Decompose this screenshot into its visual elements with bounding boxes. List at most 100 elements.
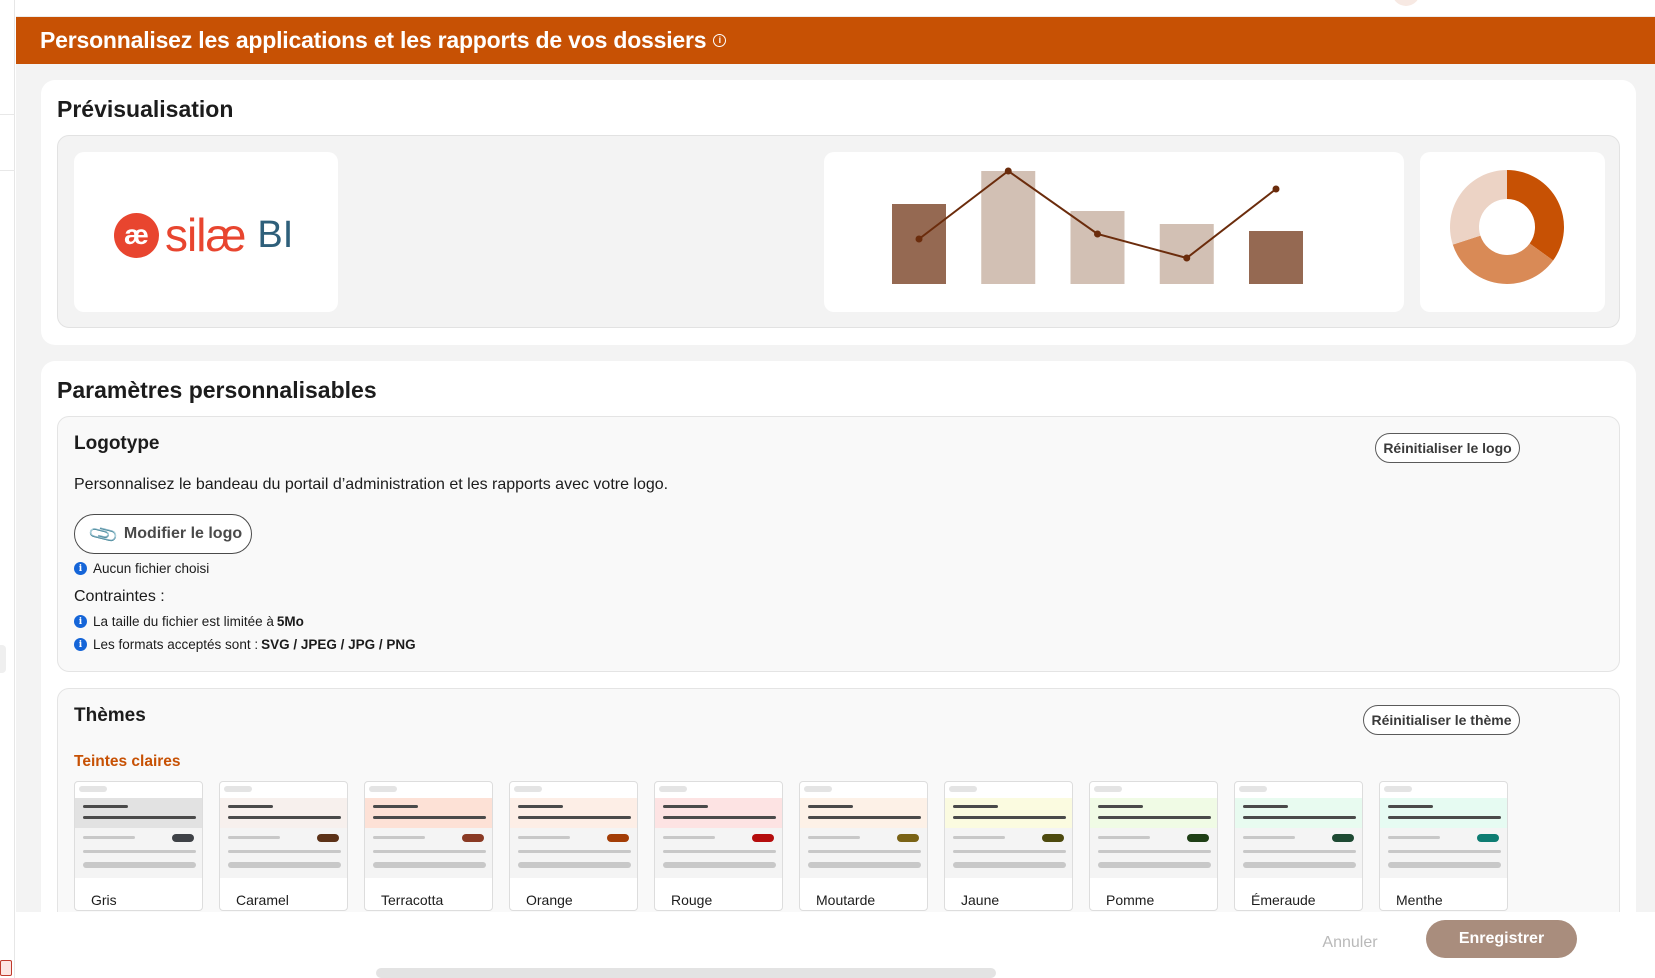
theme-preview-line — [518, 816, 631, 819]
bar-line-chart-preview — [824, 152, 1404, 312]
theme-accent-swatch — [1187, 834, 1209, 842]
theme-preview-line — [1243, 836, 1295, 839]
theme-preview-line — [83, 862, 196, 868]
theme-card[interactable]: Menthe — [1379, 781, 1508, 911]
theme-preview-line — [228, 805, 273, 808]
params-title: Paramètres personnalisables — [57, 377, 377, 403]
chart-bar — [981, 171, 1036, 284]
theme-preview-line — [953, 805, 998, 808]
theme-name: Gris — [91, 892, 117, 908]
chart-point — [1272, 185, 1280, 193]
theme-preview-band — [365, 798, 492, 828]
combo-chart — [892, 167, 1303, 284]
theme-preview-topline — [224, 786, 252, 792]
preview-title: Prévisualisation — [57, 96, 234, 122]
format-constraint-note: i Les formats acceptés sont : SVG / JPEG… — [74, 637, 416, 652]
theme-card[interactable]: Orange — [509, 781, 638, 911]
sidebar-active-marker[interactable] — [0, 645, 6, 673]
theme-name: Menthe — [1396, 892, 1443, 908]
paperclip-icon: 📎 — [87, 518, 121, 551]
scroll-shadow — [376, 968, 996, 978]
theme-name: Pomme — [1106, 892, 1155, 908]
cancel-button[interactable]: Annuler — [1310, 924, 1390, 962]
theme-preview-band — [1235, 798, 1362, 828]
theme-preview-line — [1243, 805, 1288, 808]
theme-name: Terracotta — [381, 892, 444, 908]
donut-slice — [1507, 170, 1564, 261]
themes-section: Thèmes Réinitialiser le thème Teintes cl… — [57, 688, 1620, 912]
sidebar-badge-icon[interactable] — [0, 960, 12, 976]
params-card: Paramètres personnalisables Logotype Réi… — [41, 361, 1636, 912]
theme-card[interactable]: Caramel — [219, 781, 348, 911]
chart-point — [1183, 254, 1191, 262]
theme-preview-line — [518, 836, 570, 839]
theme-name: Émeraude — [1251, 892, 1316, 908]
theme-accent-swatch — [1332, 834, 1354, 842]
format-constraint-text: Les formats acceptés sont : — [93, 637, 259, 652]
brand-logo: æ silæ BI — [114, 208, 293, 262]
reset-theme-button[interactable]: Réinitialiser le thème — [1363, 705, 1520, 735]
theme-preview-line — [1388, 836, 1440, 839]
theme-preview-line — [953, 816, 1066, 819]
logotype-description: Personnalisez le bandeau du portail d’ad… — [74, 476, 669, 493]
theme-card[interactable]: Terracotta — [364, 781, 493, 911]
info-icon: i — [74, 615, 87, 628]
theme-card[interactable]: Rouge — [654, 781, 783, 911]
theme-name: Rouge — [671, 892, 713, 908]
file-status-note: i Aucun fichier choisi — [74, 561, 209, 576]
chart-point — [1004, 167, 1012, 175]
format-constraint-value: SVG / JPEG / JPG / PNG — [261, 637, 416, 652]
theme-accent-swatch — [317, 834, 339, 842]
theme-preview-band — [75, 798, 202, 828]
theme-preview-line — [663, 862, 776, 868]
theme-preview-band — [1380, 798, 1507, 828]
modify-logo-button[interactable]: 📎 Modifier le logo — [74, 514, 252, 554]
info-circle-icon[interactable]: i — [713, 34, 727, 47]
preview-panel: æ silæ BI — [57, 135, 1620, 328]
main-content[interactable]: Prévisualisation æ silæ BI Paramètres pe… — [16, 64, 1655, 912]
theme-accent-swatch — [172, 834, 194, 842]
footer-bar: Annuler Enregistrer — [16, 912, 1655, 978]
theme-accent-swatch — [1042, 834, 1064, 842]
theme-preview-body — [75, 828, 202, 878]
theme-card[interactable]: Émeraude — [1234, 781, 1363, 911]
preview-card: Prévisualisation æ silæ BI — [41, 80, 1636, 345]
size-constraint-text: La taille du fichier est limitée à — [93, 614, 274, 629]
theme-card[interactable]: Jaune — [944, 781, 1073, 911]
theme-preview-line — [1388, 805, 1433, 808]
logo-mark-icon: æ — [114, 212, 159, 258]
info-icon: i — [74, 562, 87, 575]
constraints-label: Contraintes : — [74, 588, 165, 605]
theme-name: Jaune — [961, 892, 1000, 908]
theme-preview-body — [800, 828, 927, 878]
theme-accent-swatch — [897, 834, 919, 842]
logo-suffix: BI — [257, 213, 294, 256]
theme-preview-body — [510, 828, 637, 878]
theme-name: Caramel — [236, 892, 289, 908]
save-button[interactable]: Enregistrer — [1426, 920, 1577, 958]
theme-preview-band — [220, 798, 347, 828]
theme-preview-line — [1098, 862, 1211, 868]
avatar[interactable] — [1392, 0, 1420, 6]
light-tints-label: Teintes claires — [74, 753, 181, 770]
theme-card[interactable]: Pomme — [1089, 781, 1218, 911]
theme-preview-topline — [1094, 786, 1122, 792]
chart-bar — [892, 204, 946, 284]
theme-preview-line — [83, 836, 135, 839]
theme-preview-line — [808, 816, 921, 819]
size-constraint-value: 5Mo — [276, 614, 304, 629]
reset-logo-button[interactable]: Réinitialiser le logo — [1375, 433, 1520, 463]
theme-preview-line — [953, 862, 1066, 868]
theme-preview-line — [1098, 816, 1211, 819]
theme-preview-band — [945, 798, 1072, 828]
theme-preview-topline — [1384, 786, 1412, 792]
theme-card[interactable]: Moutarde — [799, 781, 928, 911]
theme-card[interactable]: Gris — [74, 781, 203, 911]
theme-preview-line — [1388, 862, 1501, 868]
theme-preview-band — [510, 798, 637, 828]
theme-preview-line — [373, 805, 418, 808]
top-bar — [16, 0, 1655, 17]
theme-name: Moutarde — [816, 892, 876, 908]
theme-preview-line — [518, 862, 631, 868]
theme-preview-line — [953, 850, 1066, 853]
